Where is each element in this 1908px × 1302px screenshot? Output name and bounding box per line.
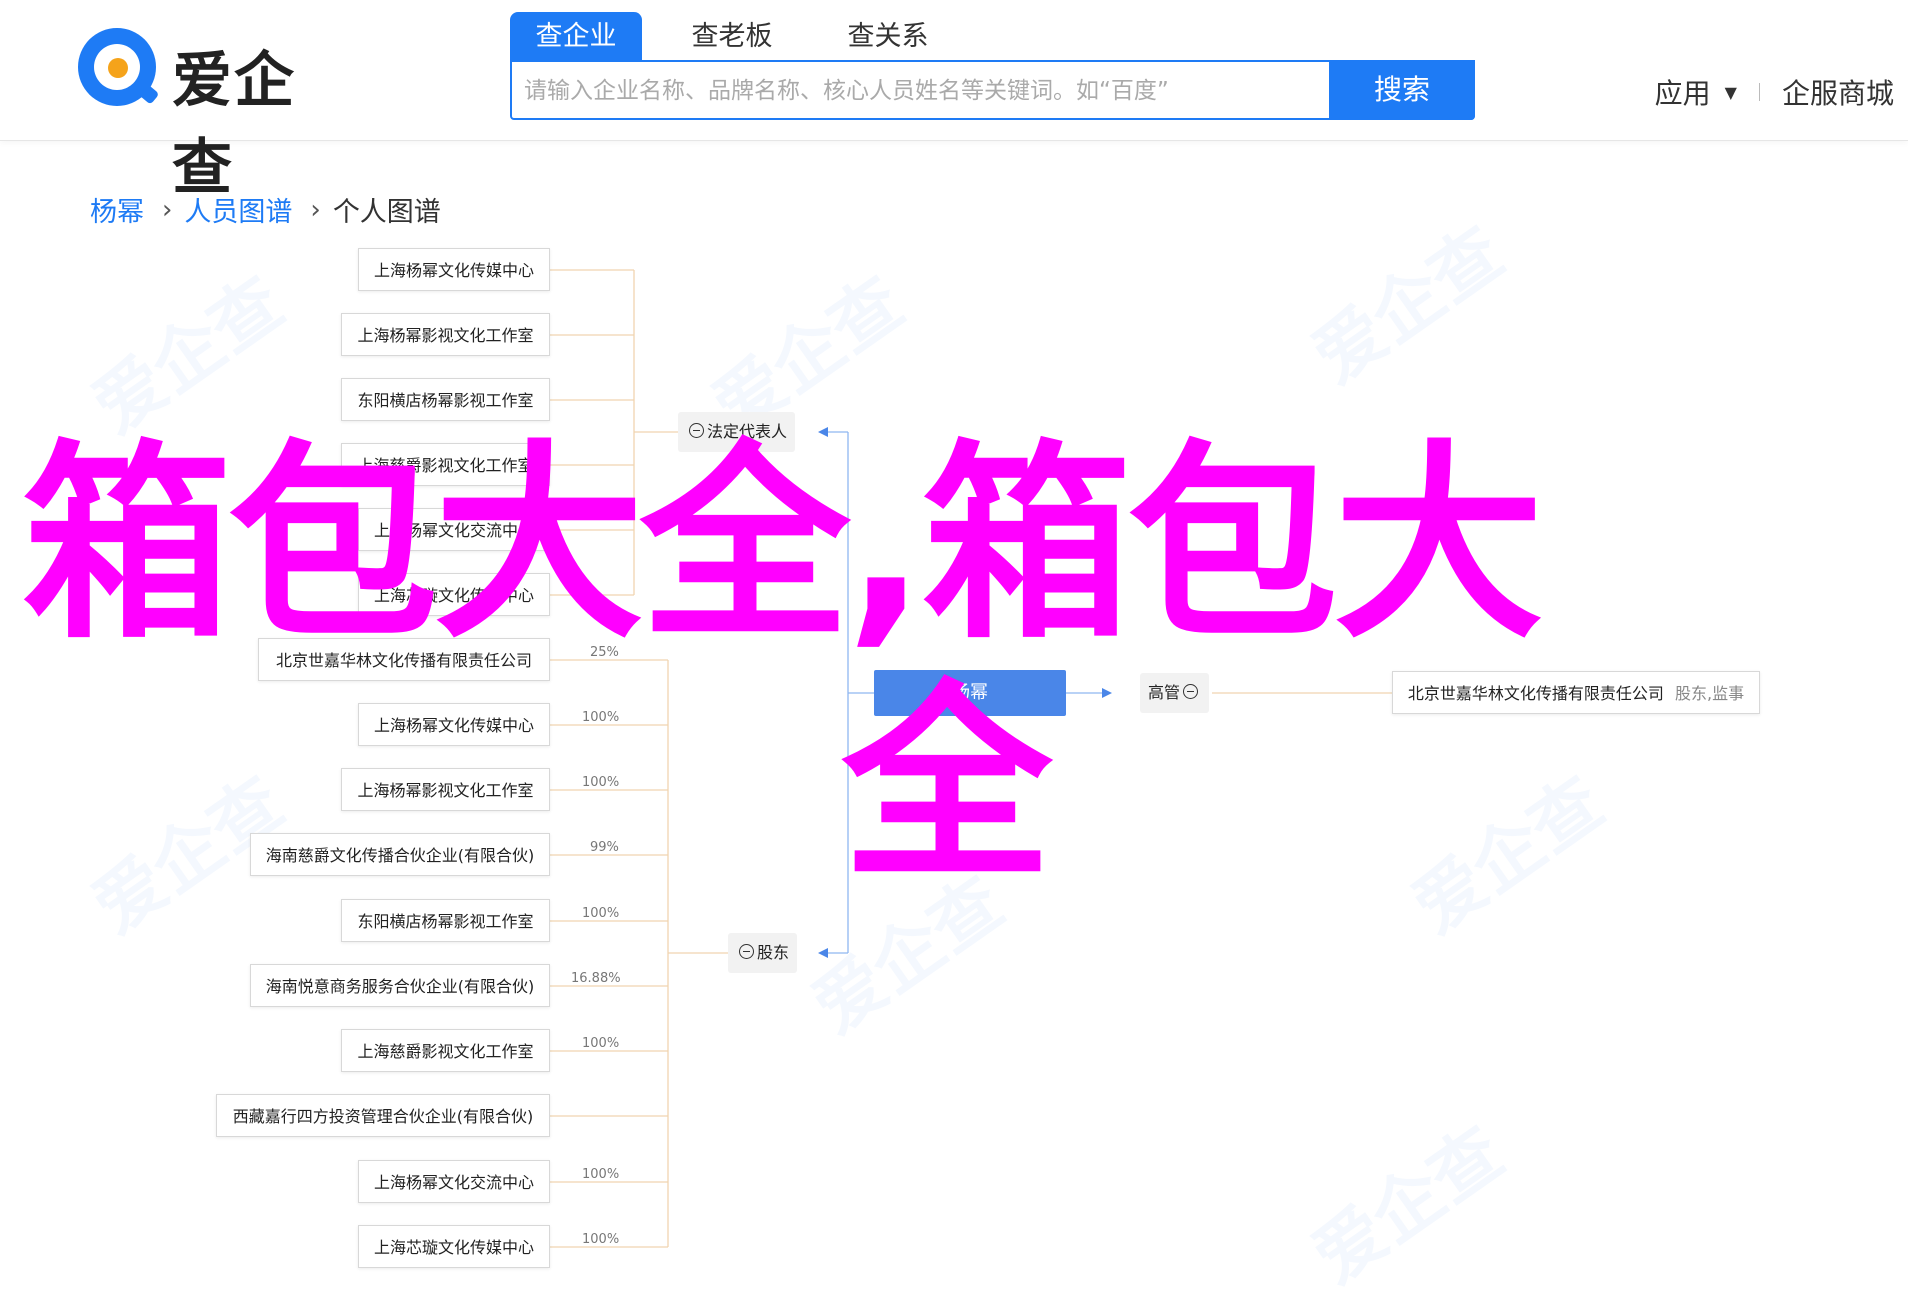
exec-company-name: 北京世嘉华林文化传播有限责任公司: [1407, 684, 1664, 703]
exec-role: 股东,监事: [1675, 684, 1745, 703]
legal-rep-node[interactable]: 上海杨幂文化传媒中心: [358, 248, 550, 291]
shareholder-node[interactable]: 上海杨幂影视文化工作室: [341, 768, 550, 811]
header-right-nav: 应用 ▼ 企服商城: [1655, 72, 1894, 112]
search-input[interactable]: [522, 62, 1326, 120]
shareholder-node[interactable]: 西藏嘉行四方投资管理合伙企业(有限合伙): [216, 1094, 550, 1137]
shareholder-label: 股东: [757, 943, 790, 962]
legal-rep-node[interactable]: 上海慈爵影视文化工作室: [341, 443, 550, 486]
shareholder-node[interactable]: 上海慈爵影视文化工作室: [341, 1029, 550, 1072]
shareholder-node[interactable]: 北京世嘉华林文化传播有限责任公司: [258, 638, 550, 681]
caret-down-icon[interactable]: ▼: [1725, 83, 1737, 102]
services-link[interactable]: 企服商城: [1782, 72, 1894, 112]
search-tabs: 查企业 查老板 查关系: [510, 12, 978, 60]
share-percent: 100%: [582, 1232, 620, 1247]
apps-menu[interactable]: 应用: [1655, 72, 1711, 112]
share-percent: 100%: [582, 710, 620, 725]
legal-rep-node[interactable]: 上海杨幂影视文化工作室: [341, 313, 550, 356]
share-percent: 99%: [590, 840, 619, 855]
legal-rep-group[interactable]: 法定代表人: [678, 412, 796, 452]
shareholder-node[interactable]: 上海芯璇文化传媒中心: [358, 1225, 550, 1268]
shareholder-node[interactable]: 海南慈爵文化传播合伙企业(有限合伙): [250, 833, 550, 876]
collapse-icon[interactable]: [689, 423, 704, 438]
logo-icon: [78, 28, 160, 106]
search-area: 查企业 查老板 查关系 搜索: [510, 12, 1475, 120]
collapse-icon[interactable]: [739, 944, 754, 959]
share-percent: 100%: [582, 1036, 620, 1051]
search-box: 搜索: [510, 60, 1475, 120]
logo-text: 爱企查: [172, 46, 296, 203]
tab-company[interactable]: 查企业: [510, 12, 642, 60]
legal-rep-node[interactable]: 上海芯璇文化传媒中心: [358, 573, 550, 616]
exec-group[interactable]: 高管: [1140, 673, 1210, 713]
legal-rep-node[interactable]: 东阳横店杨幂影视工作室: [341, 378, 550, 421]
divider: [1758, 83, 1760, 101]
share-percent: 25%: [590, 645, 619, 660]
legal-rep-label: 法定代表人: [707, 422, 788, 441]
tab-boss[interactable]: 查老板: [666, 12, 798, 60]
share-percent: 16.88%: [571, 971, 621, 986]
tab-relation[interactable]: 查关系: [822, 12, 954, 60]
center-person-node[interactable]: 杨幂: [874, 670, 1066, 716]
share-percent: 100%: [582, 775, 620, 790]
site-logo[interactable]: 爱企查: [78, 22, 348, 203]
shareholder-node[interactable]: 海南悦意商务服务合伙企业(有限合伙): [250, 964, 550, 1007]
legal-rep-node[interactable]: 上海杨幂文化交流中心: [358, 508, 550, 551]
search-button[interactable]: 搜索: [1329, 60, 1475, 120]
share-percent: 100%: [582, 1167, 620, 1182]
shareholder-node[interactable]: 上海杨幂文化交流中心: [358, 1160, 550, 1203]
top-header: 爱企查 查企业 查老板 查关系 搜索 应用 ▼ 企服商城: [0, 0, 1908, 203]
shareholder-group[interactable]: 股东: [728, 933, 798, 973]
exec-node[interactable]: 北京世嘉华林文化传播有限责任公司 股东,监事: [1392, 671, 1760, 714]
exec-label: 高管: [1148, 683, 1181, 702]
share-percent: 100%: [582, 906, 620, 921]
shareholder-node[interactable]: 东阳横店杨幂影视工作室: [341, 899, 550, 942]
shareholder-node[interactable]: 上海杨幂文化传媒中心: [358, 703, 550, 746]
collapse-icon[interactable]: [1183, 684, 1199, 699]
